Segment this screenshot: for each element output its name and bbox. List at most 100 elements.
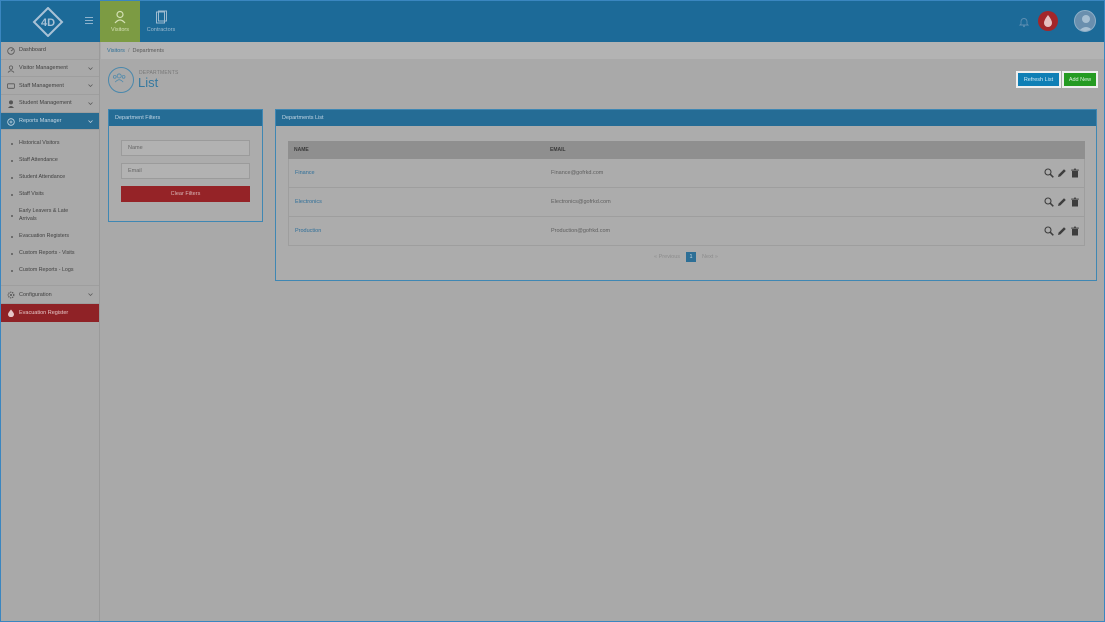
breadcrumb: Visitors / Departments bbox=[101, 42, 1104, 59]
drop-icon bbox=[8, 309, 14, 318]
sidebar-subitem-student-attendance[interactable]: Student Attendance bbox=[1, 169, 99, 186]
sidebar-subitem-staff-visits[interactable]: Staff Visits bbox=[1, 186, 99, 203]
gear-icon bbox=[7, 292, 15, 299]
sidebar-subitem-evacuation-registers[interactable]: Evacuation Registers bbox=[1, 228, 99, 245]
sidebar-item-label: Dashboard bbox=[19, 47, 46, 54]
sidebar-item-visitor-management[interactable]: Visitor Management bbox=[1, 60, 99, 78]
row-actions bbox=[1044, 226, 1080, 236]
trash-icon[interactable] bbox=[1070, 226, 1080, 236]
pencil-icon[interactable] bbox=[1057, 226, 1067, 236]
sidebar-subitem-label: Evacuation Registers bbox=[19, 233, 70, 240]
chevron-down-icon bbox=[88, 120, 93, 123]
user-avatar-icon bbox=[1078, 15, 1094, 31]
column-header-email[interactable]: EMAIL bbox=[550, 147, 566, 153]
bell-icon[interactable] bbox=[1018, 16, 1030, 28]
tab-label: Visitors bbox=[111, 27, 129, 33]
tab-label: Contractors bbox=[146, 27, 176, 33]
pagination-next[interactable]: Next » bbox=[702, 254, 718, 260]
sidebar-subitem-label: Custom Reports - Visits bbox=[19, 250, 75, 257]
drop-icon bbox=[1044, 15, 1052, 27]
users-group-icon bbox=[112, 73, 126, 83]
department-filters-panel: Department Filters Name Email Clear Filt… bbox=[108, 109, 263, 222]
departments-list-panel: Departments List NAME EMAIL Finance Fina… bbox=[275, 109, 1097, 281]
user-icon bbox=[114, 10, 126, 24]
sidebar-subitem-label: Staff Visits bbox=[19, 191, 44, 198]
chevron-down-icon bbox=[88, 293, 93, 297]
reports-submenu: Historical Visitors Staff Attendance Stu… bbox=[1, 130, 99, 287]
dashboard-icon bbox=[7, 47, 15, 55]
search-icon[interactable] bbox=[1044, 226, 1054, 236]
table-row: Finance Finance@gofrkd.com bbox=[288, 159, 1085, 188]
tab-visitors[interactable]: Visitors bbox=[100, 1, 140, 42]
department-name-link[interactable]: Electronics bbox=[289, 199, 551, 205]
sidebar-item-staff-management[interactable]: Staff Management bbox=[1, 77, 99, 96]
sidebar-item-label: Visitor Management bbox=[19, 65, 68, 72]
evacuation-alert-button[interactable] bbox=[1038, 11, 1058, 31]
sidebar-subitem-early-leavers[interactable]: Early Leavers & Late Arrivals bbox=[1, 203, 81, 228]
chevron-down-icon bbox=[88, 84, 93, 88]
sidebar-item-dashboard[interactable]: Dashboard bbox=[1, 42, 99, 60]
sidebar-subitem-custom-reports-visits[interactable]: Custom Reports - Visits bbox=[1, 245, 99, 262]
row-actions bbox=[1044, 197, 1080, 207]
search-icon[interactable] bbox=[1044, 168, 1054, 178]
sidebar-item-evacuation-register[interactable]: Evacuation Register bbox=[1, 304, 99, 322]
student-icon bbox=[8, 100, 14, 109]
sidebar-item-label: Staff Management bbox=[19, 82, 64, 89]
department-email: Electronics@gofrkd.com bbox=[551, 199, 611, 205]
pagination-previous[interactable]: « Previous bbox=[654, 254, 680, 260]
sidebar-subitem-custom-reports-logs[interactable]: Custom Reports - Logs bbox=[1, 262, 99, 279]
breadcrumb-link-visitors[interactable]: Visitors bbox=[107, 48, 125, 54]
chevron-down-icon bbox=[88, 66, 93, 70]
id-card-icon bbox=[7, 83, 15, 90]
sidebar-subitem-staff-attendance[interactable]: Staff Attendance bbox=[1, 152, 99, 169]
email-filter-input[interactable]: Email bbox=[121, 163, 250, 179]
sidebar-item-label: Configuration bbox=[19, 291, 52, 298]
page-header: DEPARTMENTS List Refresh List Add New bbox=[101, 59, 1104, 101]
sidebar: Dashboard Visitor Management Staff Manag… bbox=[1, 42, 100, 621]
sidebar-subitem-historical-visitors[interactable]: Historical Visitors bbox=[1, 135, 99, 152]
avatar[interactable] bbox=[1074, 10, 1096, 32]
top-bar: 4D Visitors Contractors bbox=[1, 1, 1104, 42]
department-name-link[interactable]: Finance bbox=[289, 170, 551, 176]
sidebar-subitem-label: Student Attendance bbox=[19, 174, 66, 181]
menu-toggle-icon[interactable] bbox=[85, 17, 93, 24]
user-icon bbox=[7, 65, 15, 73]
pencil-icon[interactable] bbox=[1057, 197, 1067, 207]
refresh-list-button[interactable]: Refresh List bbox=[1016, 71, 1061, 88]
svg-text:4D: 4D bbox=[41, 17, 55, 29]
add-new-button[interactable]: Add New bbox=[1062, 71, 1098, 88]
sidebar-item-label: Reports Manager bbox=[19, 118, 62, 125]
sidebar-item-student-management[interactable]: Student Management bbox=[1, 95, 99, 113]
sidebar-subitem-label: Staff Attendance bbox=[19, 157, 58, 164]
department-name-link[interactable]: Production bbox=[289, 228, 551, 234]
clipboard-icon bbox=[156, 10, 167, 24]
breadcrumb-separator: / bbox=[127, 47, 130, 54]
sidebar-item-configuration[interactable]: Configuration bbox=[1, 286, 99, 305]
search-icon[interactable] bbox=[1044, 197, 1054, 207]
app-window: 4D Visitors Contractors Dashboard Visito… bbox=[0, 0, 1105, 622]
pencil-icon[interactable] bbox=[1057, 168, 1067, 178]
chevron-down-icon bbox=[88, 102, 93, 106]
table-row: Production Production@gofrkd.com bbox=[288, 217, 1085, 246]
department-email: Finance@gofrkd.com bbox=[551, 170, 604, 176]
trash-icon[interactable] bbox=[1070, 197, 1080, 207]
sidebar-subitem-label: Historical Visitors bbox=[19, 140, 60, 147]
pagination: « Previous 1 Next » bbox=[276, 251, 1096, 263]
table-row: Electronics Electronics@gofrkd.com bbox=[288, 188, 1085, 217]
clear-filters-button[interactable]: Clear Filters bbox=[121, 186, 250, 202]
sidebar-item-reports-manager[interactable]: Reports Manager bbox=[1, 112, 99, 131]
panel-title: Department Filters bbox=[109, 110, 262, 126]
tab-contractors[interactable]: Contractors bbox=[141, 1, 181, 42]
sidebar-item-label: Evacuation Register bbox=[19, 309, 69, 316]
pagination-page-1[interactable]: 1 bbox=[686, 252, 697, 262]
department-email: Production@gofrkd.com bbox=[551, 228, 611, 234]
trash-icon[interactable] bbox=[1070, 168, 1080, 178]
top-right-actions bbox=[996, 10, 1096, 34]
app-logo[interactable]: 4D bbox=[31, 7, 65, 37]
sidebar-item-label: Student Management bbox=[19, 100, 72, 107]
page-title: List bbox=[138, 75, 159, 90]
column-header-name[interactable]: NAME bbox=[288, 147, 550, 153]
panel-title: Departments List bbox=[276, 110, 1096, 126]
table-header: NAME EMAIL bbox=[288, 141, 1085, 159]
name-filter-input[interactable]: Name bbox=[121, 140, 250, 156]
